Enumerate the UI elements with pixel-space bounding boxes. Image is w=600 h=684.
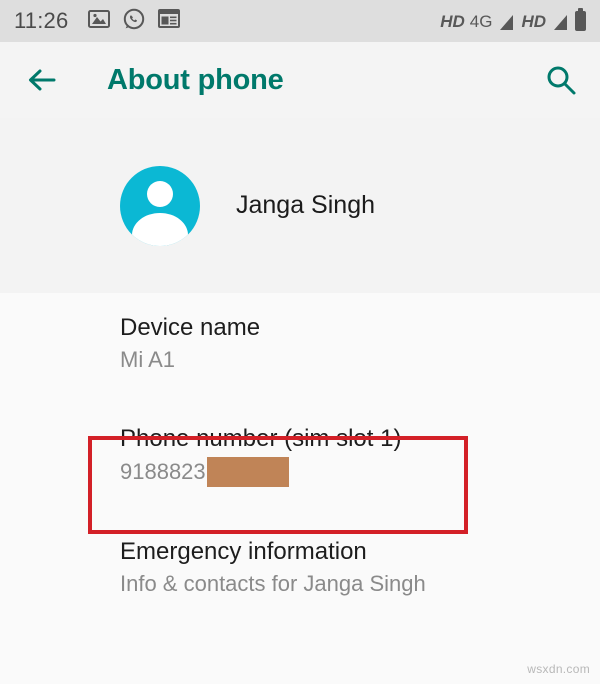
app-bar: About phone [0, 42, 600, 118]
profile-header[interactable]: Janga Singh [0, 118, 600, 293]
whatsapp-icon [123, 8, 145, 35]
list-item-title: Emergency information [120, 538, 367, 566]
list-item-emergency-information[interactable]: Emergency information Info & contacts fo… [0, 513, 600, 612]
list-item-subtitle: Mi A1 [120, 346, 600, 374]
list-item-title: Device name [120, 314, 261, 341]
list-item-subtitle: 9188823 [120, 457, 600, 488]
list-item-subtitle-text: Info & contacts for Janga Singh [120, 571, 426, 597]
status-bar: 11:26 HD 4G HD [0, 0, 600, 42]
arrow-left-icon[interactable] [24, 62, 60, 98]
list-item-subtitle-text: 9188823 [120, 459, 206, 485]
search-icon[interactable] [544, 63, 578, 97]
page-title: About phone [107, 63, 284, 96]
image-icon [88, 9, 111, 33]
status-bar-notification-icons [88, 8, 181, 35]
list-item-title: Phone number (sim slot 1) [120, 424, 402, 452]
person-avatar-icon [120, 165, 200, 246]
list-item-phone-number[interactable]: Phone number (sim slot 1) 9188823 [0, 388, 600, 513]
status-bar-system-icons: HD 4G HD [440, 8, 586, 31]
status-bar-clock: 11:26 [14, 8, 69, 33]
news-icon [158, 9, 181, 33]
signal-icon-2 [554, 14, 567, 30]
hd-icon: HD [440, 11, 465, 31]
list-item-device-name[interactable]: Device name Mi A1 [0, 299, 600, 388]
hd-icon-2: HD [521, 11, 546, 31]
list-item-subtitle: Info & contacts for Janga Singh [120, 570, 600, 598]
watermark: wsxdn.com [527, 662, 590, 676]
settings-list: Device name Mi A1 Phone number (sim slot… [0, 293, 600, 612]
network-4g-label: 4G [469, 11, 493, 31]
signal-icon [500, 14, 514, 30]
redaction-block [206, 457, 289, 488]
battery-icon [575, 8, 586, 31]
profile-name: Janga Singh [236, 191, 376, 219]
list-item-subtitle-text: Mi A1 [120, 347, 176, 373]
